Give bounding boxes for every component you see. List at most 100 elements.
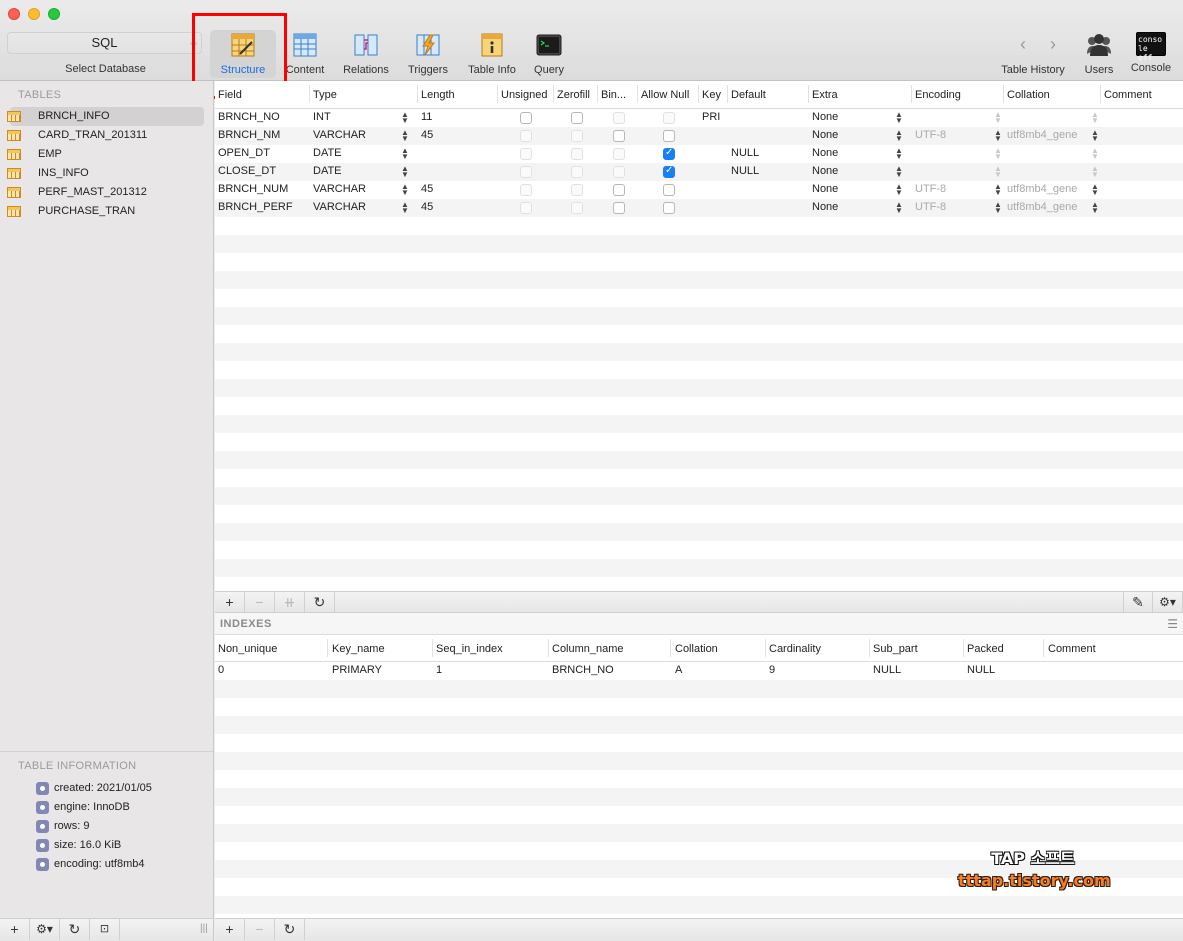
column-header-zerofill[interactable]: Zerofill bbox=[557, 89, 590, 101]
binary-checkbox[interactable] bbox=[613, 202, 625, 214]
type-stepper-icon[interactable]: ▲ ▼ bbox=[401, 129, 409, 143]
table-item-emp[interactable]: EMP bbox=[7, 145, 204, 164]
users-button[interactable]: Users bbox=[1080, 30, 1118, 78]
index-header-seq-in-index[interactable]: Seq_in_index bbox=[436, 643, 503, 655]
index-header-non-unique[interactable]: Non_unique bbox=[218, 643, 277, 655]
allow-null-checkbox[interactable] bbox=[663, 147, 675, 160]
unsigned-checkbox[interactable] bbox=[520, 148, 532, 160]
index-header-cardinality[interactable]: Cardinality bbox=[769, 643, 821, 655]
filter-tables-button[interactable]: ⊡ bbox=[90, 919, 120, 940]
field-name-cell[interactable]: BRNCH_NUM bbox=[218, 183, 288, 195]
table-info-tab-button[interactable]: Table Info bbox=[463, 30, 521, 78]
table-item-purchase-tran[interactable]: PURCHASE_TRAN bbox=[7, 202, 204, 221]
zerofill-checkbox[interactable] bbox=[571, 166, 583, 178]
length-cell[interactable]: 45 bbox=[421, 201, 433, 213]
table-row[interactable]: CLOSE_DT DATE ▲▼ NULL None ▲▼ ▲▼ ▲▼ bbox=[215, 163, 1183, 181]
table-item-ins-info[interactable]: INS_INFO bbox=[7, 164, 204, 183]
resize-handle-icon[interactable]: ||| bbox=[200, 923, 208, 934]
query-tab-button[interactable]: Query bbox=[528, 30, 570, 78]
field-name-cell[interactable]: BRNCH_NM bbox=[218, 129, 280, 141]
allow-null-checkbox[interactable] bbox=[663, 130, 675, 142]
encoding-stepper-icon[interactable]: ▲ ▼ bbox=[994, 201, 1002, 215]
structure-gear-button[interactable]: ⚙▾ bbox=[1153, 592, 1183, 613]
column-header-collation[interactable]: Collation bbox=[1007, 89, 1050, 101]
table-item-perf-mast-201312[interactable]: PERF_MAST_201312 bbox=[7, 183, 204, 202]
extra-cell[interactable]: None bbox=[812, 165, 838, 177]
encoding-stepper-icon[interactable]: ▲ ▼ bbox=[994, 111, 1002, 125]
collation-stepper-icon[interactable]: ▲ ▼ bbox=[1091, 201, 1099, 215]
type-cell[interactable]: INT bbox=[313, 111, 331, 123]
remove-index-button[interactable]: − bbox=[245, 919, 275, 940]
close-window-button[interactable] bbox=[8, 8, 20, 20]
table-row[interactable]: OPEN_DT DATE ▲▼ NULL None ▲▼ ▲▼ ▲▼ bbox=[215, 145, 1183, 163]
default-cell[interactable]: NULL bbox=[731, 147, 759, 159]
column-header-allow-null[interactable]: Allow Null bbox=[641, 89, 689, 101]
table-row[interactable]: BRNCH_PERF VARCHAR ▲ ▼ 45 None ▲ ▼ UTF-8 ▲… bbox=[215, 199, 1183, 217]
column-header-type[interactable]: Type bbox=[313, 89, 337, 101]
allow-null-checkbox[interactable] bbox=[663, 202, 675, 214]
extra-stepper-icon[interactable]: ▲ ▼ bbox=[895, 111, 903, 125]
extra-cell[interactable]: None bbox=[812, 183, 838, 195]
index-header-sub-part[interactable]: Sub_part bbox=[873, 643, 918, 655]
refresh-indexes-button[interactable]: ↻ bbox=[275, 919, 305, 940]
database-select[interactable]: SQL ◇ bbox=[7, 32, 202, 54]
console-button[interactable]: conso le off Console bbox=[1128, 30, 1174, 78]
add-index-button[interactable]: + bbox=[215, 919, 245, 940]
field-name-cell[interactable]: OPEN_DT bbox=[218, 147, 270, 159]
length-cell[interactable]: 11 bbox=[421, 111, 432, 123]
unsigned-checkbox[interactable] bbox=[520, 112, 532, 124]
triggers-tab-button[interactable]: Triggers bbox=[404, 30, 452, 78]
unsigned-checkbox[interactable] bbox=[520, 184, 532, 196]
table-item-brnch-info[interactable]: BRNCH_INFO bbox=[7, 107, 204, 126]
index-header-column-name[interactable]: Column_name bbox=[552, 643, 624, 655]
refresh-structure-button[interactable]: ↻ bbox=[305, 592, 335, 613]
table-actions-gear-button[interactable]: ⚙▾ bbox=[30, 919, 60, 940]
table-row[interactable]: BRNCH_NO INT ▲ ▼ 11 PRI None ▲ ▼ ▲ ▼ ▲ ▼ bbox=[215, 109, 1183, 127]
type-cell[interactable]: DATE bbox=[313, 147, 342, 159]
zerofill-checkbox[interactable] bbox=[571, 202, 583, 214]
binary-checkbox[interactable] bbox=[613, 148, 625, 160]
binary-checkbox[interactable] bbox=[613, 112, 625, 124]
zerofill-checkbox[interactable] bbox=[571, 130, 583, 142]
column-header-unsigned[interactable]: Unsigned bbox=[501, 89, 547, 101]
encoding-cell[interactable]: UTF-8 bbox=[915, 201, 946, 213]
back-arrow-icon[interactable]: ‹ bbox=[1008, 34, 1038, 55]
column-header-comment[interactable]: Comment bbox=[1104, 89, 1152, 101]
type-stepper-icon[interactable]: ▲ ▼ bbox=[401, 165, 409, 179]
type-stepper-icon[interactable]: ▲ ▼ bbox=[401, 183, 409, 197]
collation-cell[interactable]: utf8mb4_gene bbox=[1007, 129, 1077, 141]
binary-checkbox[interactable] bbox=[613, 130, 625, 142]
type-cell[interactable]: VARCHAR bbox=[313, 201, 366, 213]
unsigned-checkbox[interactable] bbox=[520, 166, 532, 178]
default-cell[interactable]: NULL bbox=[731, 165, 759, 177]
type-stepper-icon[interactable]: ▲ ▼ bbox=[401, 147, 409, 161]
collation-stepper-icon[interactable]: ▲ ▼ bbox=[1091, 111, 1099, 125]
extra-stepper-icon[interactable]: ▲ ▼ bbox=[895, 183, 903, 197]
column-header-extra[interactable]: Extra bbox=[812, 89, 838, 101]
table-row[interactable]: BRNCH_NM VARCHAR ▲ ▼ 45 None ▲ ▼ UTF-8 ▲ ▼ … bbox=[215, 127, 1183, 145]
table-item-card-tran-201311[interactable]: CARD_TRAN_201311 bbox=[7, 126, 204, 145]
encoding-stepper-icon[interactable]: ▲ ▼ bbox=[994, 129, 1002, 143]
zerofill-checkbox[interactable] bbox=[571, 112, 583, 124]
encoding-cell[interactable]: UTF-8 bbox=[915, 183, 946, 195]
column-header-field[interactable]: Field bbox=[218, 89, 242, 101]
extra-cell[interactable]: None bbox=[812, 147, 838, 159]
collation-stepper-icon[interactable]: ▲ ▼ bbox=[1091, 129, 1099, 143]
type-stepper-icon[interactable]: ▲ ▼ bbox=[401, 111, 409, 125]
length-cell[interactable]: 45 bbox=[421, 183, 433, 195]
field-name-cell[interactable]: BRNCH_PERF bbox=[218, 201, 293, 213]
collation-cell[interactable]: utf8mb4_gene bbox=[1007, 201, 1077, 213]
encoding-stepper-icon[interactable]: ▲ ▼ bbox=[994, 165, 1002, 179]
add-table-button[interactable]: + bbox=[0, 919, 30, 940]
forward-arrow-icon[interactable]: › bbox=[1038, 34, 1068, 55]
extra-stepper-icon[interactable]: ▲ ▼ bbox=[895, 165, 903, 179]
column-header-binary[interactable]: Bin... bbox=[601, 89, 626, 101]
collation-stepper-icon[interactable]: ▲ ▼ bbox=[1091, 183, 1099, 197]
column-header-length[interactable]: Length bbox=[421, 89, 455, 101]
field-name-cell[interactable]: CLOSE_DT bbox=[218, 165, 276, 177]
extra-stepper-icon[interactable]: ▲ ▼ bbox=[895, 129, 903, 143]
extra-cell[interactable]: None bbox=[812, 201, 838, 213]
remove-field-button[interactable]: − bbox=[245, 592, 275, 613]
zerofill-checkbox[interactable] bbox=[571, 184, 583, 196]
zerofill-checkbox[interactable] bbox=[571, 148, 583, 160]
